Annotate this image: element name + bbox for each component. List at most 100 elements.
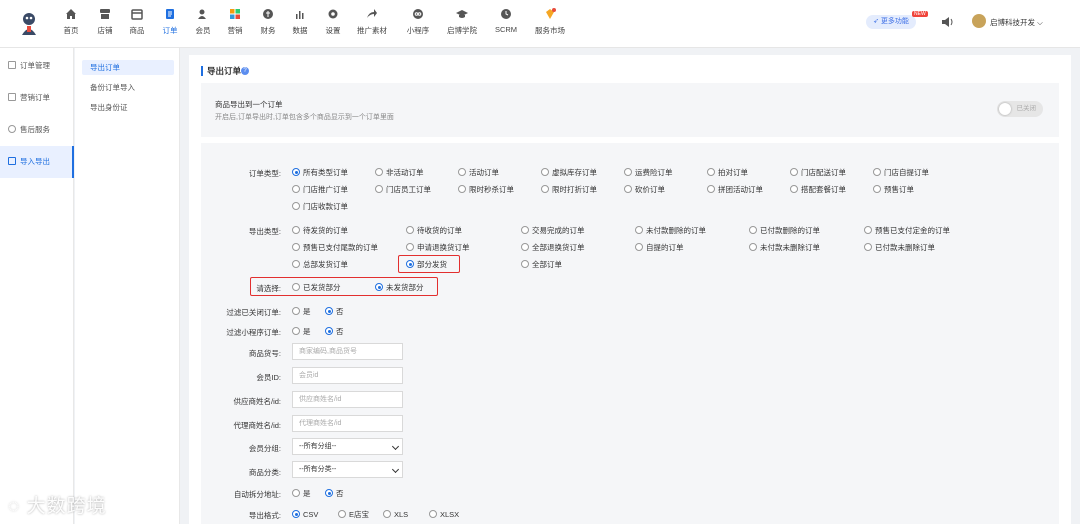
order-type-option[interactable]: 限时打折订单 <box>541 185 597 195</box>
member-id-input[interactable]: 会员id <box>292 367 403 384</box>
order-type-option[interactable]: 虚拟库存订单 <box>541 168 597 178</box>
filter-mini-no-radio[interactable]: 否 <box>325 327 344 337</box>
sidebar-item-after-sales[interactable]: 售后服务 <box>0 114 74 146</box>
export-format-option[interactable]: XLSX <box>429 510 459 520</box>
radio-label: 预售已支付定金的订单 <box>875 226 950 235</box>
radio-label: 已付款删除的订单 <box>760 226 820 235</box>
brand-logo-icon[interactable] <box>17 11 41 37</box>
order-type-option[interactable]: 门店员工订单 <box>375 185 431 195</box>
order-type-option[interactable]: 所有类型订单 <box>292 168 348 178</box>
nav-shop[interactable]: 店铺 <box>88 6 122 42</box>
export-format-option[interactable]: XLS <box>383 510 408 520</box>
subnav-item-export-order[interactable]: 导出订单 <box>82 60 174 75</box>
user-menu[interactable]: 启博科技开发 ⌵ <box>990 17 1043 28</box>
merge-toggle-switch[interactable]: 已关闭 <box>997 101 1043 117</box>
sidebar-item-label: 导入导出 <box>20 157 50 166</box>
nav-member[interactable]: 会员 <box>186 6 220 42</box>
order-type-option[interactable]: 运费险订单 <box>624 168 673 178</box>
nav-home[interactable]: 首页 <box>54 6 88 42</box>
more-features-button[interactable]: ➶ 更多功能 <box>866 15 916 29</box>
order-type-option[interactable]: 门店收款订单 <box>292 202 348 212</box>
order-type-option[interactable]: 拼团活动订单 <box>707 185 763 195</box>
order-type-option[interactable]: 限时秒杀订单 <box>458 185 514 195</box>
goods-category-select[interactable]: --所有分类-- <box>292 461 403 478</box>
nav-settings[interactable]: 设置 <box>316 6 350 42</box>
radio-label: 限时打折订单 <box>552 185 597 194</box>
sidebar-item-import-export[interactable]: 导入导出 <box>0 146 74 178</box>
nav-miniprogram[interactable]: 小程序 <box>401 6 435 42</box>
radio-circle <box>521 226 529 234</box>
nav-marketing[interactable]: 营销 <box>218 6 252 42</box>
export-type-option[interactable]: 申请退换货订单 <box>406 243 470 253</box>
radio-circle <box>864 243 872 251</box>
sidebar-item-order-manage[interactable]: 订单管理 <box>0 50 74 82</box>
filter-closed-yes-radio[interactable]: 是 <box>292 307 311 317</box>
nav-promo[interactable]: 推广素材 <box>355 6 389 42</box>
export-type-option[interactable]: 已付款未删除订单 <box>864 243 935 253</box>
nav-academy[interactable]: 启博学院 <box>445 6 479 42</box>
supplier-input[interactable]: 供应商姓名/id <box>292 391 403 408</box>
nav-label: 小程序 <box>406 26 430 35</box>
export-type-option[interactable]: 总部发货订单 <box>292 260 348 270</box>
member-group-select[interactable]: --所有分组-- <box>292 438 403 455</box>
service-icon <box>8 125 16 133</box>
radio-label: 总部发货订单 <box>303 260 348 269</box>
export-type-option[interactable]: 全部退换货订单 <box>521 243 585 253</box>
nav-order[interactable]: 订单 <box>153 6 187 42</box>
export-format-option[interactable]: E店宝 <box>338 510 369 520</box>
order-type-option[interactable]: 门店配送订单 <box>790 168 846 178</box>
goods-no-input[interactable]: 商家编码,商品货号 <box>292 343 403 360</box>
avatar[interactable] <box>972 14 986 28</box>
export-type-option[interactable]: 待收货的订单 <box>406 226 462 236</box>
export-type-option[interactable]: 未付款未删除订单 <box>749 243 820 253</box>
radio-label: 非活动订单 <box>386 168 424 177</box>
filter-closed-no-radio[interactable]: 否 <box>325 307 344 317</box>
radio-label: 拍对订单 <box>718 168 748 177</box>
agent-input[interactable]: 代理商姓名/id <box>292 415 403 432</box>
order-type-option[interactable]: 拍对订单 <box>707 168 748 178</box>
unshipped-part-radio[interactable]: 未发货部分 <box>375 283 424 293</box>
radio-circle <box>292 185 300 193</box>
order-type-option[interactable]: 活动订单 <box>458 168 499 178</box>
nav-label: 推广素材 <box>357 26 387 35</box>
split-address-label: 自动拆分地址: <box>233 490 281 499</box>
order-type-option[interactable]: 预售订单 <box>873 185 914 195</box>
export-type-option[interactable]: 待发货的订单 <box>292 226 348 236</box>
subnav-item-backup-import[interactable]: 备份订单导入 <box>82 80 174 95</box>
subnav-item-export-id-card[interactable]: 导出身份证 <box>82 100 174 115</box>
help-icon[interactable]: ? <box>241 67 249 75</box>
order-type-option[interactable]: 门店自提订单 <box>873 168 929 178</box>
nav-label: 服务市场 <box>535 26 565 35</box>
filter-mini-yes-radio[interactable]: 是 <box>292 327 311 337</box>
export-type-option[interactable]: 预售已支付尾款的订单 <box>292 243 378 253</box>
nav-label: 首页 <box>63 26 79 35</box>
order-type-option[interactable]: 砍价订单 <box>624 185 665 195</box>
shipped-part-radio[interactable]: 已发货部分 <box>292 283 341 293</box>
nav-data[interactable]: 数据 <box>283 6 317 42</box>
split-address-no-radio[interactable]: 否 <box>325 489 344 499</box>
nav-service-market[interactable]: 服务市场 <box>533 6 567 42</box>
nav-finance[interactable]: 财务 <box>251 6 285 42</box>
sidebar-item-marketing-order[interactable]: 营销订单 <box>0 82 74 114</box>
nav-label: 启博学院 <box>447 26 477 35</box>
radio-circle <box>406 260 414 268</box>
radio-circle <box>541 185 549 193</box>
export-type-option-partial[interactable]: 部分发货 <box>406 260 447 270</box>
split-address-yes-radio[interactable]: 是 <box>292 489 311 499</box>
order-type-option[interactable]: 搭配套餐订单 <box>790 185 846 195</box>
export-type-option[interactable]: 自提的订单 <box>635 243 684 253</box>
export-type-option[interactable]: 已付款删除的订单 <box>749 226 820 236</box>
export-type-option[interactable]: 交易完成的订单 <box>521 226 585 236</box>
export-format-option[interactable]: CSV <box>292 510 318 520</box>
promo-icon <box>366 8 378 20</box>
home-icon <box>65 8 77 20</box>
order-type-option[interactable]: 门店推广订单 <box>292 185 348 195</box>
export-type-option[interactable]: 全部订单 <box>521 260 562 270</box>
speaker-icon[interactable] <box>941 16 953 28</box>
export-type-option[interactable]: 预售已支付定金的订单 <box>864 226 950 236</box>
export-type-option[interactable]: 未付款删除的订单 <box>635 226 706 236</box>
nav-scrm[interactable]: SCRM <box>489 6 523 42</box>
order-type-option[interactable]: 非活动订单 <box>375 168 424 178</box>
radio-circle <box>635 243 643 251</box>
nav-goods[interactable]: 商品 <box>120 6 154 42</box>
